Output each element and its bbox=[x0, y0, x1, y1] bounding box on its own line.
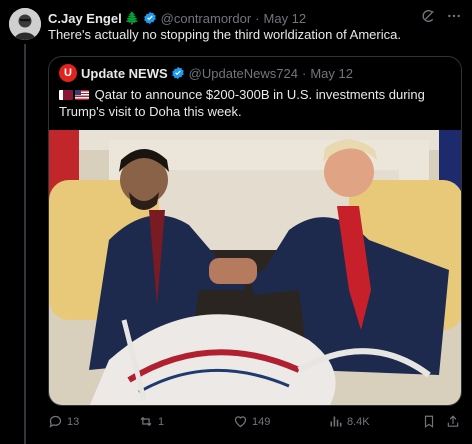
tree-emoji: 🌲 bbox=[124, 11, 140, 25]
quote-avatar-logo: U bbox=[59, 64, 77, 82]
quote-separator-dot: · bbox=[302, 65, 307, 81]
reply-button[interactable]: 13 bbox=[48, 414, 79, 429]
repost-button[interactable]: 1 bbox=[138, 414, 164, 429]
like-button[interactable]: 149 bbox=[233, 414, 270, 429]
heart-icon bbox=[234, 416, 247, 428]
more-icon[interactable] bbox=[446, 8, 462, 27]
avatar[interactable] bbox=[9, 8, 41, 40]
verified-icon bbox=[143, 11, 157, 25]
author-handle[interactable]: @contramordor bbox=[161, 11, 252, 26]
photo-handshake bbox=[49, 130, 461, 405]
bookmark-icon bbox=[424, 415, 434, 428]
quote-verified-icon bbox=[171, 66, 185, 80]
quote-photo[interactable] bbox=[49, 130, 461, 405]
tweet-text: There's actually no stopping the third w… bbox=[48, 27, 401, 42]
quote-text: Qatar to announce $200-300B in U.S. inve… bbox=[59, 87, 425, 119]
avatar-image bbox=[9, 8, 41, 40]
tweet-date[interactable]: May 12 bbox=[264, 11, 307, 26]
views-button[interactable]: 8.4K bbox=[328, 414, 370, 429]
like-count: 149 bbox=[252, 415, 271, 428]
reply-icon bbox=[49, 415, 62, 428]
repost-icon bbox=[140, 416, 152, 427]
share-icon bbox=[447, 415, 459, 427]
quote-text-block: Qatar to announce $200-300B in U.S. inve… bbox=[59, 86, 454, 120]
separator-dot: · bbox=[255, 10, 260, 26]
us-flag-icon bbox=[75, 90, 89, 100]
view-count: 8.4K bbox=[347, 415, 370, 428]
repost-count: 1 bbox=[158, 415, 165, 428]
qatar-flag-icon bbox=[59, 90, 73, 100]
tweet-header: C.Jay Engel 🌲 @contramordor · May 12 bbox=[48, 8, 462, 28]
grok-icon[interactable] bbox=[420, 8, 436, 27]
views-icon bbox=[330, 416, 342, 427]
share-button[interactable] bbox=[446, 414, 460, 429]
action-bar: 13 1 149 8.4K bbox=[48, 414, 462, 434]
reply-count: 13 bbox=[67, 415, 80, 428]
quote-date[interactable]: May 12 bbox=[310, 66, 353, 81]
quote-author-name[interactable]: Update NEWS bbox=[81, 66, 168, 81]
author-name[interactable]: C.Jay Engel bbox=[48, 11, 122, 26]
quote-author-handle[interactable]: @UpdateNews724 bbox=[189, 66, 298, 81]
thread-line bbox=[24, 44, 26, 444]
bookmark-button[interactable] bbox=[422, 414, 436, 429]
quote-header: U Update NEWS @UpdateNews724 · May 12 bbox=[59, 64, 353, 82]
quoted-tweet[interactable]: U Update NEWS @UpdateNews724 · May 12 Qa… bbox=[48, 56, 462, 406]
